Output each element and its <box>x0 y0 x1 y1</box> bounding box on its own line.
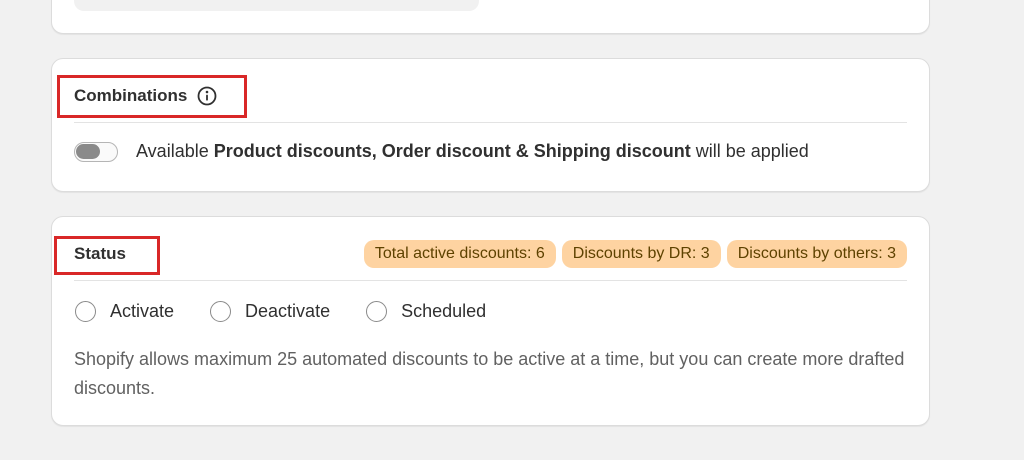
toggle-knob <box>76 143 100 159</box>
status-title: Status <box>74 244 126 263</box>
status-help-text: Shopify allows maximum 25 automated disc… <box>74 349 905 398</box>
previous-card-field <box>74 0 479 11</box>
radio-circle[interactable] <box>75 301 96 322</box>
toggle-label-prefix: Available <box>136 141 214 161</box>
badge-discounts-by-others: Discounts by others: 3 <box>726 240 907 268</box>
info-icon[interactable] <box>197 86 217 106</box>
badge-total-active: Total active discounts: 6 <box>363 240 556 268</box>
combinations-header: Combinations <box>74 86 217 106</box>
toggle-label-suffix: will be applied <box>690 141 809 161</box>
badge-discounts-by-dr: Discounts by DR: 3 <box>561 240 721 268</box>
combinations-divider <box>74 122 907 123</box>
combinations-toggle-row: Available Product discounts, Order disco… <box>74 141 809 162</box>
radio-scheduled[interactable]: Scheduled <box>366 301 486 322</box>
status-card: Status Total active discounts: 6 Discoun… <box>51 216 930 426</box>
combinations-title: Combinations <box>74 86 188 105</box>
radio-circle[interactable] <box>366 301 388 322</box>
radio-label-scheduled: Scheduled <box>401 301 487 321</box>
radio-activate[interactable]: Activate <box>75 301 174 322</box>
radio-deactivate[interactable]: Deactivate <box>210 301 330 322</box>
radio-circle[interactable] <box>210 301 232 322</box>
combinations-toggle-label: Available Product discounts, Order disco… <box>136 141 809 162</box>
combinations-toggle[interactable] <box>74 141 118 162</box>
combinations-card: Combinations Available Product discounts… <box>51 58 930 192</box>
status-divider <box>74 280 907 281</box>
toggle-label-bold: Product discounts, Order discount & Ship… <box>213 141 691 161</box>
page: Combinations Available Product discounts… <box>0 0 1024 460</box>
radio-label-activate: Activate <box>110 301 175 321</box>
status-radio-group: Activate Deactivate Scheduled <box>75 301 522 322</box>
status-header: Status <box>74 244 126 264</box>
previous-card <box>51 0 930 34</box>
status-badges: Total active discounts: 6 Discounts by D… <box>363 240 907 268</box>
radio-label-deactivate: Deactivate <box>245 301 331 321</box>
